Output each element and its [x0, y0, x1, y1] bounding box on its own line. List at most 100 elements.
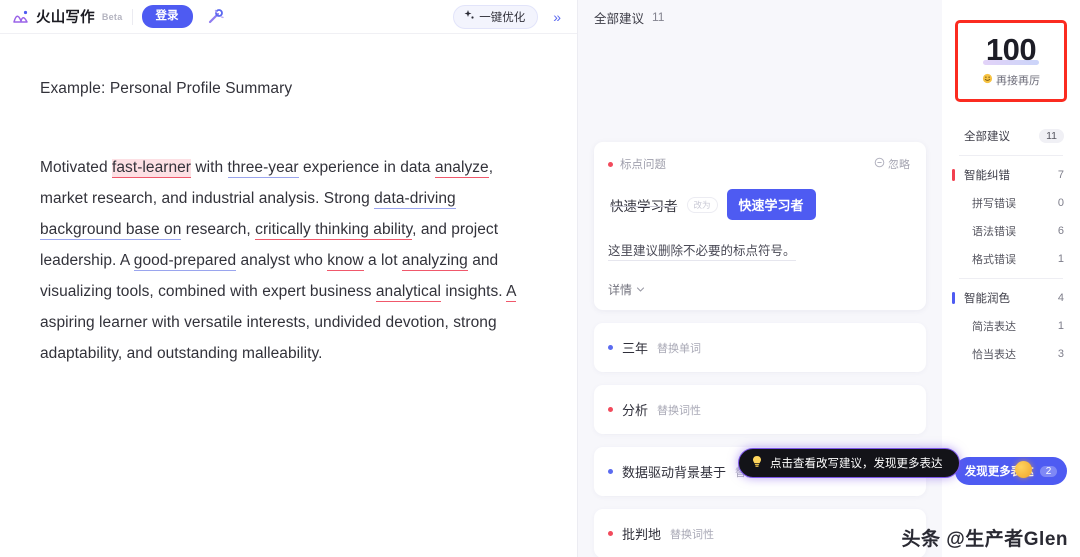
document-text-span: with [191, 159, 228, 176]
severity-dot-icon [608, 345, 613, 350]
sidebar-nav-count: 11 [1039, 129, 1064, 143]
one-click-optimize-button[interactable]: 一键优化 [453, 4, 539, 29]
document-text-span: insights. [441, 283, 507, 300]
ignore-label: 忽略 [888, 159, 910, 171]
change-to-pill: 改为 [686, 196, 718, 213]
details-label: 详情 [608, 283, 633, 297]
sidebar-nav-item[interactable]: 拼写错误 0 [942, 189, 1080, 217]
suggestion-row[interactable]: 批判地 替换词性 [594, 509, 926, 557]
grammar-error-span: A [506, 283, 516, 302]
severity-dot-icon [608, 161, 613, 167]
sidebar-nav-label: 格式错误 [972, 254, 1016, 266]
suggestions-list[interactable]: 标点问题 忽略 快速学习者 改为 快速学习者 这里建议删除不必要的标点符号。 详… [578, 34, 942, 557]
cursor-highlight-icon [1015, 461, 1032, 478]
sidebar-nav-item[interactable]: 格式错误 1 [942, 245, 1080, 273]
nav-divider [959, 278, 1063, 279]
document-text-span: experience in data [298, 159, 435, 176]
grammar-error-span: critically thinking ability [255, 221, 413, 240]
suggestion-row-word: 数据驱动背景基于 [622, 465, 727, 480]
beta-badge: Beta [101, 11, 123, 22]
suggestion-description: 这里建议删除不必要的标点符号。 [608, 240, 796, 261]
suggestion-row-kind: 替换单词 [657, 342, 702, 355]
grammar-error-span: analyzing [401, 252, 468, 271]
suggestion-rows: 三年替换单词分析替换词性数据驱动背景基于替换单词批判地替换词性 [594, 323, 926, 557]
rewrite-hint-tooltip: 点击查看改写建议，发现更多表达 [738, 448, 960, 478]
sidebar-nav-count: 4 [1057, 292, 1064, 304]
polish-suggestion-span: good-prepared [133, 252, 237, 271]
suggestion-row[interactable]: 分析 替换词性 [594, 385, 926, 434]
suggestions-header: 全部建议 11 [578, 0, 942, 34]
suggestion-type-tag: 标点问题 [608, 156, 666, 172]
discover-more-button[interactable]: 发现更多表达 2 [955, 457, 1067, 485]
score-underline-decoration [983, 60, 1039, 65]
discover-more-count: 2 [1039, 465, 1058, 477]
sidebar-nav-item[interactable]: 智能纠错 7 [942, 161, 1080, 189]
suggestions-header-label: 全部建议 [594, 11, 645, 26]
suggestion-row-word: 三年 [622, 341, 649, 356]
login-button[interactable]: 登录 [141, 5, 193, 28]
score-caption-text: 再接再厉 [996, 75, 1040, 87]
chevron-down-icon [636, 283, 645, 297]
double-chevron-right-icon[interactable]: » [547, 10, 567, 24]
sidebar-nav-item[interactable]: 语法错误 6 [942, 217, 1080, 245]
suggestion-type-label: 标点问题 [620, 159, 666, 171]
suggestions-header-count: 11 [652, 10, 665, 24]
sidebar-nav-count: 0 [1057, 197, 1064, 209]
sidebar-nav-label: 智能纠错 [964, 170, 1010, 182]
suggestion-details-toggle[interactable]: 详情 [608, 281, 910, 298]
sidebar-nav-item[interactable]: 智能润色 4 [942, 284, 1080, 312]
suggestions-column: 全部建议 11 标点问题 忽略 快速学习者 改为 快速学习者 这里建议删除不必要… [578, 0, 960, 557]
sidebar-nav-count: 1 [1057, 253, 1064, 265]
sidebar-nav-item[interactable]: 全部建议 11 [942, 122, 1080, 150]
severity-dot-icon [608, 469, 613, 474]
suggestion-row-word: 分析 [622, 403, 649, 418]
grammar-error-span: know [327, 252, 364, 271]
document-title: Example: Personal Profile Summary [40, 80, 293, 97]
nav-divider [959, 155, 1063, 156]
volcano-logo-icon [12, 7, 31, 26]
severity-dot-icon [608, 531, 613, 536]
sidebar-nav-label: 简洁表达 [972, 321, 1016, 333]
document-text-span: analyst who [236, 252, 328, 269]
app-root: 火山写作 Beta 登录 一键优化 » Example: Personal Pr… [0, 0, 1080, 557]
nav-active-marker [952, 169, 955, 181]
watermark: 头条 @生产者Glen [901, 529, 1068, 550]
apply-replacement-button[interactable]: 快速学习者 [726, 189, 816, 220]
toolbar-divider [131, 8, 133, 25]
lightbulb-icon [751, 455, 763, 471]
sidebar-nav-label: 全部建议 [964, 131, 1010, 143]
document-text-span: Motivated [40, 159, 113, 176]
suggestion-card-header: 标点问题 忽略 [608, 156, 910, 172]
active-error-span: fast-learner [112, 159, 192, 178]
magic-wand-icon[interactable] [202, 6, 228, 28]
sidebar-column: 100 再接再厉 全部建议 11 智能纠错 7 拼写错误 0 语法错误 6 格式错误 1 智能润色 4… [942, 0, 1080, 557]
document-editor[interactable]: Example: Personal Profile Summary Motiva… [0, 34, 577, 557]
nav-active-marker [952, 292, 955, 304]
document-text-span: research, [181, 221, 256, 238]
brand-logo: 火山写作 Beta [12, 6, 123, 27]
suggestion-row-word: 批判地 [622, 527, 662, 542]
suggestion-row-kind: 替换词性 [670, 528, 715, 541]
sidebar-nav-item[interactable]: 简洁表达 1 [942, 312, 1080, 340]
top-toolbar: 火山写作 Beta 登录 一键优化 » [0, 0, 577, 34]
sidebar-nav-count: 3 [1057, 348, 1064, 360]
suggestion-card-active[interactable]: 标点问题 忽略 快速学习者 改为 快速学习者 这里建议删除不必要的标点符号。 详… [594, 142, 926, 310]
sparkle-icon [463, 9, 475, 24]
score-caption: 再接再厉 [982, 72, 1040, 88]
original-word: 快速学习者 [610, 198, 678, 214]
sidebar-nav-label: 拼写错误 [972, 198, 1016, 210]
replacement-row: 快速学习者 改为 快速学习者 [610, 189, 910, 220]
sidebar-nav-label: 恰当表达 [972, 349, 1016, 361]
document-paragraph[interactable]: Motivated fast-learner with three-year e… [40, 152, 539, 369]
sidebar-nav-item[interactable]: 恰当表达 3 [942, 340, 1080, 368]
sidebar-nav-label: 智能润色 [964, 293, 1010, 305]
editor-column: 火山写作 Beta 登录 一键优化 » Example: Personal Pr… [0, 0, 578, 557]
suggestion-row[interactable]: 三年 替换单词 [594, 323, 926, 372]
tooltip-text: 点击查看改写建议，发现更多表达 [770, 458, 943, 470]
sidebar-nav-count: 1 [1057, 320, 1064, 332]
ignore-button[interactable]: 忽略 [874, 156, 910, 172]
brand-name: 火山写作 [36, 10, 95, 26]
document-text-span: aspiring learner with versatile interest… [40, 314, 497, 362]
emoji-grin-icon [982, 73, 993, 87]
grammar-error-span: analyze [434, 159, 489, 178]
